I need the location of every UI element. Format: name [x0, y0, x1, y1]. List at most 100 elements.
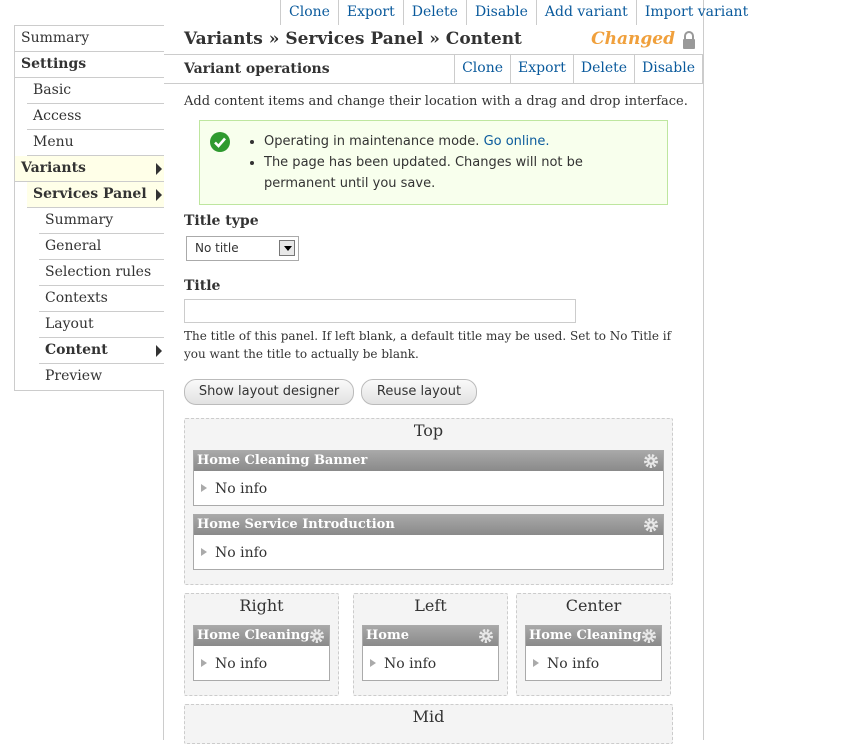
- sidebar-item-general[interactable]: General: [39, 234, 164, 260]
- pane-body: No info: [194, 471, 663, 505]
- pane-title[interactable]: Home Cleaning: [526, 626, 661, 646]
- sidebar-item-label: Services Panel: [33, 186, 147, 202]
- pane-info-text: No info: [384, 656, 437, 672]
- variant-operations-title: Variant operations: [184, 61, 330, 77]
- pane-info-text: No info: [215, 545, 268, 561]
- message-item: The page has been updated. Changes will …: [264, 152, 656, 194]
- sidebar-item-variants[interactable]: Variants: [15, 156, 164, 182]
- pane-home-cleaning-banner[interactable]: Home Cleaning Banner No info: [193, 450, 664, 506]
- pane-home-cleaning[interactable]: Home Cleaning No info: [193, 625, 330, 681]
- pane-title[interactable]: Home Cleaning Banner: [194, 451, 663, 471]
- title-input[interactable]: [184, 299, 576, 323]
- import-variant-button[interactable]: Import variant: [637, 0, 756, 25]
- sidebar-item-selection-rules[interactable]: Selection rules: [39, 260, 164, 286]
- pane-title-text: Home: [366, 628, 409, 643]
- message-text: Operating in maintenance mode.: [264, 134, 480, 149]
- expand-arrow-icon[interactable]: [533, 659, 539, 667]
- arrow-right-icon: [156, 189, 162, 201]
- region-title: Mid: [412, 707, 445, 726]
- reuse-layout-button[interactable]: Reuse layout: [361, 379, 477, 405]
- pane-info-text: No info: [547, 656, 600, 672]
- sidebar-item-layout[interactable]: Layout: [39, 312, 164, 338]
- sidebar-item-preview[interactable]: Preview: [39, 364, 164, 390]
- title-description: The title of this panel. If left blank, …: [184, 329, 672, 361]
- sidebar-item-contexts[interactable]: Contexts: [39, 286, 164, 312]
- sidebar-item-label: Variants: [21, 160, 86, 176]
- pane-title-text: Home Cleaning: [197, 628, 310, 643]
- pane-body: No info: [526, 646, 661, 680]
- expand-arrow-icon[interactable]: [201, 659, 207, 667]
- sidebar-item-variant-summary[interactable]: Summary: [39, 208, 164, 234]
- gear-icon[interactable]: [309, 628, 325, 644]
- sidebar-item-summary[interactable]: Summary: [15, 26, 164, 52]
- show-layout-designer-button[interactable]: Show layout designer: [184, 379, 354, 405]
- message-item: Operating in maintenance mode. Go online…: [264, 131, 656, 152]
- sidebar-item-label: Content: [45, 342, 108, 358]
- arrow-right-icon: [156, 163, 162, 175]
- pane-body: No info: [194, 646, 329, 680]
- lock-icon: [683, 31, 695, 49]
- disable-button[interactable]: Disable: [467, 0, 537, 25]
- pane-home-cleaning[interactable]: Home Cleaning No info: [525, 625, 662, 681]
- region-top: Top Home Cleaning Banner No info Home Se…: [184, 418, 673, 585]
- arrow-right-icon: [156, 345, 162, 357]
- region-title: Top: [413, 421, 444, 440]
- pane-title[interactable]: Home: [363, 626, 498, 646]
- go-online-link[interactable]: Go online.: [484, 134, 550, 149]
- pane-title[interactable]: Home Cleaning: [194, 626, 329, 646]
- region-left: Left Home No info: [353, 593, 508, 696]
- title-type-select[interactable]: No title: [186, 236, 299, 261]
- pane-body: No info: [363, 646, 498, 680]
- gear-icon[interactable]: [641, 628, 657, 644]
- variant-operations-tabs: Clone Export Delete Disable: [454, 55, 703, 83]
- intro-text: Add content items and change their locat…: [184, 94, 688, 109]
- variant-disable-button[interactable]: Disable: [635, 55, 703, 83]
- title-type-value: No title: [195, 241, 239, 255]
- pane-home[interactable]: Home No info: [362, 625, 499, 681]
- sidebar-item-basic[interactable]: Basic: [27, 78, 164, 104]
- check-icon: [210, 132, 230, 152]
- pane-title[interactable]: Home Service Introduction: [194, 515, 663, 535]
- pane-info-text: No info: [215, 481, 268, 497]
- pane-title-text: Home Service Introduction: [197, 517, 395, 532]
- title-type-label: Title type: [184, 213, 259, 229]
- sidebar: Summary Settings Basic Access Menu Varia…: [14, 25, 164, 391]
- status-messages: Operating in maintenance mode. Go online…: [199, 120, 668, 205]
- export-button[interactable]: Export: [339, 0, 404, 25]
- page-title: Variants » Services Panel » Content: [184, 29, 522, 49]
- top-actions: Clone Export Delete Disable Add variant …: [280, 0, 748, 25]
- content-right-border: [703, 25, 704, 740]
- region-mid: Mid: [184, 704, 673, 744]
- pane-body: No info: [194, 535, 663, 569]
- pane-info-text: No info: [215, 656, 268, 672]
- region-center: Center Home Cleaning No info: [516, 593, 671, 696]
- pane-home-service-introduction[interactable]: Home Service Introduction No info: [193, 514, 664, 570]
- changed-indicator: Changed: [591, 29, 675, 49]
- sidebar-item-settings[interactable]: Settings: [15, 52, 164, 78]
- expand-arrow-icon[interactable]: [370, 659, 376, 667]
- variant-delete-button[interactable]: Delete: [574, 55, 636, 83]
- gear-icon[interactable]: [643, 453, 659, 469]
- add-variant-button[interactable]: Add variant: [537, 0, 637, 25]
- sidebar-item-content[interactable]: Content: [39, 338, 164, 364]
- region-right: Right Home Cleaning No info: [184, 593, 339, 696]
- chevron-down-icon: [279, 240, 295, 256]
- expand-arrow-icon[interactable]: [201, 484, 207, 492]
- region-title: Center: [565, 596, 622, 615]
- pane-title-text: Home Cleaning: [529, 628, 642, 643]
- clone-button[interactable]: Clone: [281, 0, 339, 25]
- sidebar-item-access[interactable]: Access: [27, 104, 164, 130]
- gear-icon[interactable]: [478, 628, 494, 644]
- variant-operations-bar: Variant operations Clone Export Delete D…: [164, 55, 703, 84]
- page-header: Variants » Services Panel » Content Chan…: [164, 25, 703, 55]
- sidebar-item-services-panel[interactable]: Services Panel: [27, 182, 164, 208]
- expand-arrow-icon[interactable]: [201, 548, 207, 556]
- region-title: Left: [414, 596, 447, 615]
- pane-title-text: Home Cleaning Banner: [197, 453, 368, 468]
- region-title: Right: [239, 596, 284, 615]
- sidebar-item-menu[interactable]: Menu: [27, 130, 164, 156]
- variant-clone-button[interactable]: Clone: [455, 55, 512, 83]
- variant-export-button[interactable]: Export: [511, 55, 574, 83]
- delete-button[interactable]: Delete: [404, 0, 467, 25]
- gear-icon[interactable]: [643, 517, 659, 533]
